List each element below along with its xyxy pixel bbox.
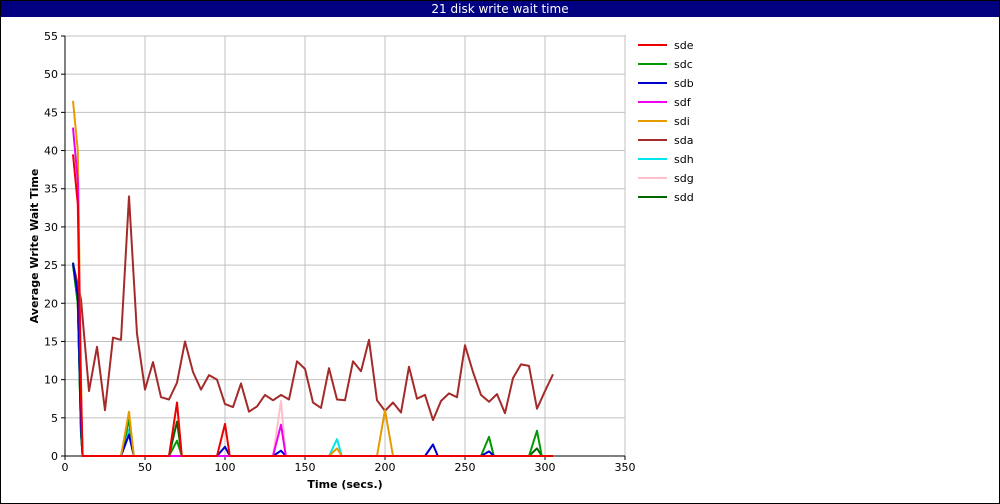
line-chart: 0 50 100 150 200 250 300 350 0 5 10 15 20 25 30 35 40 45 5… bbox=[28, 30, 694, 491]
y-tick-label: 30 bbox=[44, 221, 58, 234]
legend-label-sdi: sdi bbox=[674, 115, 690, 128]
legend-label-sdg: sdg bbox=[674, 172, 694, 185]
y-tick-label: 0 bbox=[51, 450, 58, 463]
y-tick-label: 55 bbox=[44, 30, 58, 43]
y-tick-label: 35 bbox=[44, 183, 58, 196]
legend-label-sde: sde bbox=[674, 39, 694, 52]
x-tick-label: 300 bbox=[535, 461, 556, 474]
plot-area bbox=[64, 35, 626, 457]
y-tick-label: 5 bbox=[51, 412, 58, 425]
legend-label-sdf: sdf bbox=[674, 96, 692, 109]
legend-label-sdh: sdh bbox=[674, 153, 694, 166]
y-tick-label: 15 bbox=[44, 335, 58, 348]
y-tick-label: 40 bbox=[44, 145, 58, 158]
y-tick-label: 25 bbox=[44, 259, 58, 272]
x-tick-label: 0 bbox=[62, 461, 69, 474]
y-tick-label: 20 bbox=[44, 297, 58, 310]
legend-label-sdd: sdd bbox=[674, 191, 694, 204]
x-tick-label: 50 bbox=[138, 461, 152, 474]
x-tick-label: 150 bbox=[295, 461, 316, 474]
legend-label-sdb: sdb bbox=[674, 77, 694, 90]
x-tick-label: 200 bbox=[375, 461, 396, 474]
x-tick-label: 250 bbox=[455, 461, 476, 474]
x-tick-label: 100 bbox=[215, 461, 236, 474]
y-tick-label: 45 bbox=[44, 106, 58, 119]
legend-label-sda: sda bbox=[674, 134, 693, 147]
legend-label-sdc: sdc bbox=[674, 58, 693, 71]
y-tick-label: 50 bbox=[44, 68, 58, 81]
grid bbox=[64, 35, 626, 457]
y-axis-title: Average Write Wait Time bbox=[28, 169, 41, 324]
x-tick-label: 350 bbox=[615, 461, 636, 474]
x-axis-title: Time (secs.) bbox=[307, 478, 382, 491]
legend: sde sdc sdb sdf sdi sda sdh sdg sdd bbox=[638, 39, 694, 204]
y-tick-label: 10 bbox=[44, 374, 58, 387]
